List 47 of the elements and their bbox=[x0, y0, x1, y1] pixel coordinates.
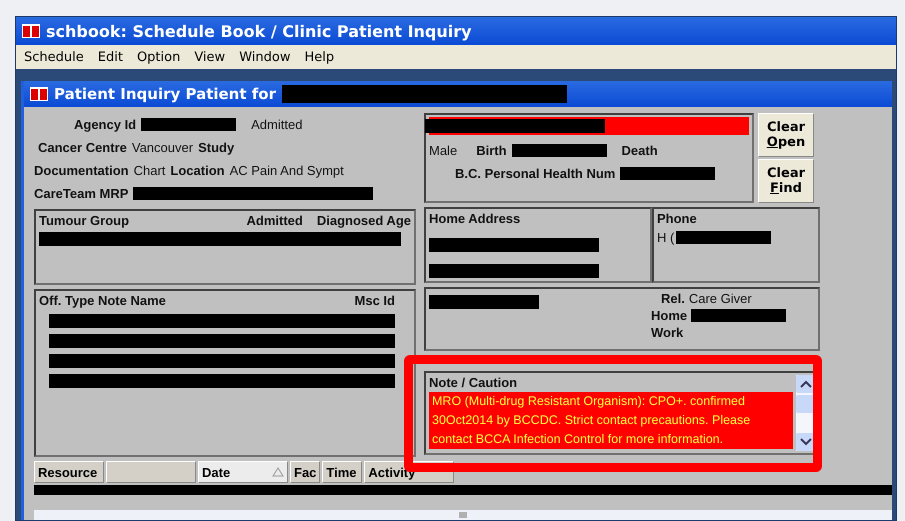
field-label: Work bbox=[651, 325, 684, 340]
menu-item[interactable]: Window bbox=[239, 50, 290, 64]
phone-value: H ( bbox=[657, 230, 674, 245]
field-label: Agency Id bbox=[74, 117, 136, 132]
field-label: Birth bbox=[476, 143, 507, 158]
gender-value: Male bbox=[429, 143, 458, 158]
field-value: Chart bbox=[134, 163, 166, 178]
section-title: Note / Caution bbox=[429, 375, 518, 390]
column-header: Admitted bbox=[246, 213, 303, 228]
field-label: Cancer Centre bbox=[38, 140, 127, 155]
sort-icon bbox=[272, 467, 284, 477]
column-header[interactable]: Date bbox=[198, 461, 288, 483]
column-header[interactable]: Fac bbox=[290, 461, 320, 483]
section-title: Home Address bbox=[429, 211, 522, 226]
calendar-icon bbox=[30, 87, 48, 101]
menu-item[interactable]: Help bbox=[304, 50, 334, 64]
scrollbar[interactable] bbox=[34, 510, 892, 520]
field-label: Rel. bbox=[661, 291, 685, 306]
calendar-icon bbox=[22, 24, 40, 38]
menu-item[interactable]: View bbox=[194, 50, 226, 64]
field-label: B.C. Personal Health Num bbox=[455, 166, 616, 181]
field-label: Location bbox=[170, 163, 225, 178]
field-value: AC Pain And Sympt bbox=[230, 163, 344, 178]
field-label: CareTeam MRP bbox=[34, 186, 128, 201]
column-header: Tumour Group bbox=[39, 213, 130, 228]
window-title: schbook: Schedule Book / Clinic Patient Inquiry bbox=[46, 22, 472, 40]
section-title: Phone bbox=[657, 211, 698, 226]
clear-button[interactable]: Clear Find bbox=[758, 159, 814, 203]
menu-item[interactable]: Option bbox=[136, 50, 180, 64]
column-header: Msc Id bbox=[354, 293, 395, 308]
caution-text: MRO (Multi-drug Resistant Organism): CPO+. confirmed 30Oct2014 by BCCDC. Strict contact precautions. Please contact BCCA Infection Control for more information. bbox=[429, 392, 793, 449]
field-label: Home bbox=[651, 308, 688, 323]
column-header: Off. Type Note Name bbox=[39, 293, 166, 308]
inquiry-title: Patient Inquiry Patient for bbox=[54, 85, 276, 103]
menu-item[interactable]: Edit bbox=[98, 50, 123, 64]
column-header[interactable]: Resource bbox=[34, 461, 104, 483]
column-header: Diagnosed Age bbox=[316, 213, 411, 228]
clear-button[interactable]: Clear Open bbox=[758, 113, 814, 157]
field-label: Death bbox=[622, 143, 658, 158]
menu-item[interactable]: Schedule bbox=[24, 50, 84, 64]
column-header[interactable] bbox=[106, 461, 196, 483]
field-value: Admitted bbox=[251, 117, 302, 132]
field-value: Care Giver bbox=[688, 291, 752, 306]
field-label: Documentation bbox=[34, 163, 129, 178]
field-label: Study bbox=[198, 140, 234, 155]
field-value: Vancouver bbox=[132, 140, 194, 155]
column-header[interactable]: Time bbox=[322, 461, 362, 483]
